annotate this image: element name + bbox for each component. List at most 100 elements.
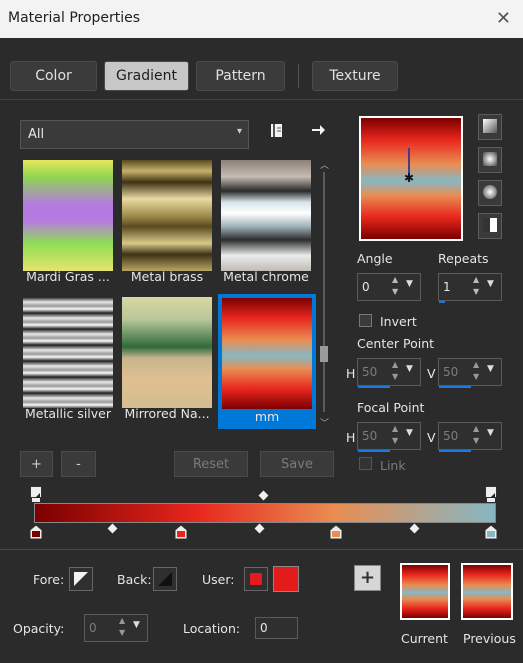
save-button[interactable]: Save [260,451,334,477]
color-stop-3[interactable] [329,524,343,540]
user-swatch-large[interactable] [273,566,299,592]
center-v-value: 50 [443,365,459,379]
focal-h-input[interactable]: 50 ▲ ▼ ▼ [357,422,421,452]
spin-down-icon[interactable]: ▼ [392,287,398,296]
close-icon[interactable]: ✕ [496,8,511,29]
angle-label: Angle [357,251,393,266]
opacity-midpoint[interactable] [258,490,269,501]
remove-gradient-button[interactable]: - [61,451,96,477]
repeats-input[interactable]: 1 ▲ ▼ ▼ [438,273,502,303]
sunburst-style-button[interactable] [478,213,502,239]
reset-button[interactable]: Reset [174,451,248,477]
repeats-label: Repeats [438,251,489,266]
spin-up-icon[interactable]: ▲ [392,360,398,369]
spin-up-icon[interactable]: ▲ [473,275,479,284]
tab-gradient[interactable]: Gradient [104,61,189,91]
dropdown-arrow-icon[interactable]: ▼ [133,620,140,630]
gradient-bar[interactable] [34,503,496,523]
gradient-swatch [221,160,311,271]
fore-swatch-button[interactable] [69,567,93,591]
spin-down-icon[interactable]: ▼ [473,287,479,296]
radial-style-button[interactable] [478,180,502,206]
category-value: All [28,127,45,142]
current-swatch[interactable] [400,563,450,620]
gradient-swatch [222,298,312,409]
user-label: User: [202,572,235,587]
category-dropdown[interactable]: All ▾ [20,120,249,149]
spin-up-icon[interactable]: ▲ [473,360,479,369]
spin-up-icon[interactable]: ▲ [473,424,479,433]
spin-down-icon[interactable]: ▼ [119,628,125,637]
angle-input[interactable]: 0 ▲ ▼ ▼ [357,273,421,301]
gradient-item-metal-chrome[interactable]: Metal chrome [219,158,313,288]
gradient-editor[interactable] [29,486,500,542]
center-v-slider-fill [439,386,471,388]
rectangular-style-button[interactable] [478,147,502,173]
focal-v-value: 50 [443,429,459,443]
opacity-value: 0 [89,621,97,635]
tab-divider [298,64,299,88]
color-stop-4[interactable] [484,524,498,540]
spin-down-icon[interactable]: ▼ [392,372,398,381]
library-browse-icon[interactable] [268,122,288,142]
focal-point-label: Focal Point [357,400,425,415]
add-to-swatches-button[interactable]: + [354,565,381,591]
tab-pattern[interactable]: Pattern [196,61,285,91]
scroll-up-icon[interactable]: ︿ [320,158,329,171]
gradient-item-mm[interactable]: mm [218,294,316,429]
center-h-input[interactable]: 50 ▲ ▼ ▼ [357,358,421,388]
gradient-item-label: Metal chrome [223,269,309,284]
angle-handle-icon[interactable]: ✱ [399,146,419,186]
color-midpoint-2[interactable] [254,523,265,534]
gradient-item-metallic-silver[interactable]: Metallic silver [21,295,115,425]
gradient-item-mirrored[interactable]: Mirrored Na... [120,295,214,425]
back-label: Back: [117,572,152,587]
bottom-separator [0,549,523,550]
link-checkbox[interactable] [359,457,372,470]
tab-pattern-label: Pattern [215,68,266,84]
dropdown-arrow-icon[interactable]: ▼ [487,364,494,374]
invert-checkbox[interactable] [359,314,372,327]
add-gradient-button[interactable]: + [20,451,53,477]
dropdown-arrow-icon[interactable]: ▼ [487,428,494,438]
spin-down-icon[interactable]: ▼ [473,372,479,381]
location-input[interactable]: 0 [255,617,298,639]
opacity-stop-right[interactable] [485,486,497,501]
scroll-thumb[interactable] [320,346,328,362]
dropdown-arrow-icon[interactable]: ▼ [406,428,413,438]
arrow-right-icon[interactable] [309,121,329,141]
dropdown-arrow-icon[interactable]: ▼ [406,279,413,289]
opacity-stop-left[interactable] [30,486,42,501]
dropdown-arrow-icon[interactable]: ▼ [406,364,413,374]
angle-value: 0 [362,280,370,294]
previous-swatch[interactable] [461,563,513,620]
spin-down-icon[interactable]: ▼ [392,436,398,445]
color-stop-1[interactable] [29,524,43,540]
linear-style-button[interactable] [478,114,502,140]
library-scrollbar[interactable]: ︿ ﹀ [318,158,330,430]
user-swatch-small[interactable] [244,567,268,591]
add-gradient-label: + [31,456,42,472]
tab-color[interactable]: Color [10,61,97,91]
color-stop-2[interactable] [174,524,188,540]
spin-down-icon[interactable]: ▼ [473,436,479,445]
center-h-value: 50 [362,365,378,379]
color-midpoint-3[interactable] [409,523,420,534]
opacity-input[interactable]: 0 ▲ ▼ ▼ [84,614,148,642]
scroll-down-icon[interactable]: ﹀ [320,416,329,429]
center-point-label: Center Point [357,336,435,351]
spin-up-icon[interactable]: ▲ [392,275,398,284]
spin-up-icon[interactable]: ▲ [119,616,125,625]
gradient-item-metal-brass[interactable]: Metal brass [120,158,214,288]
color-midpoint-1[interactable] [107,523,118,534]
gradient-preview[interactable]: ✱ [359,116,463,241]
center-v-input[interactable]: 50 ▲ ▼ ▼ [438,358,502,388]
invert-label: Invert [380,314,417,329]
tab-texture-label: Texture [329,68,381,84]
back-swatch-button[interactable] [153,567,177,591]
focal-v-input[interactable]: 50 ▲ ▼ ▼ [438,422,502,452]
dropdown-arrow-icon[interactable]: ▼ [487,279,494,289]
tab-texture[interactable]: Texture [312,61,398,91]
spin-up-icon[interactable]: ▲ [392,424,398,433]
gradient-item-mardi-gras[interactable]: Mardi Gras ... [21,158,115,288]
